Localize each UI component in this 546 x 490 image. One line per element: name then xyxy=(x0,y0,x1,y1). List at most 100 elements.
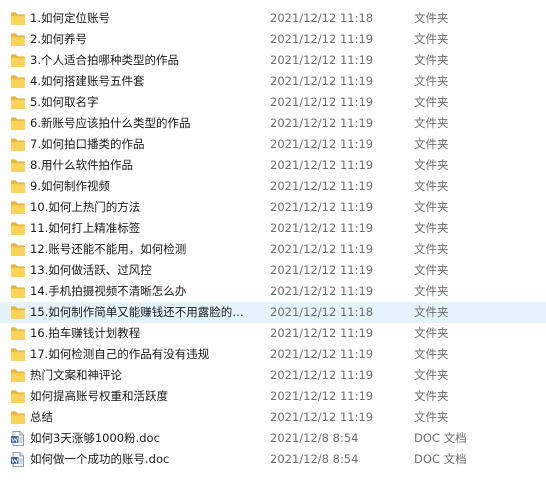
file-name: 如何做一个成功的账号.doc xyxy=(30,452,170,466)
file-type: 文件夹 xyxy=(414,74,449,88)
file-type: 文件夹 xyxy=(414,410,449,424)
file-row[interactable]: 17.如何检测自己的作品有没有违规 2021/12/12 11:19 文件夹 xyxy=(0,344,546,365)
file-row[interactable]: 总结 2021/12/12 11:19 文件夹 xyxy=(0,407,546,428)
file-row[interactable]: 如何提高账号权重和活跃度 2021/12/12 11:19 文件夹 xyxy=(0,386,546,407)
file-row[interactable]: 2.如何养号 2021/12/12 11:19 文件夹 xyxy=(0,29,546,50)
file-name: 13.如何做活跃、过风控 xyxy=(30,263,152,277)
file-type: DOC 文档 xyxy=(414,431,467,445)
file-name: 4.如何搭建账号五件套 xyxy=(30,74,145,88)
file-type: 文件夹 xyxy=(414,116,449,130)
file-name: 14.手机拍摄视频不清晰怎么办 xyxy=(30,284,187,298)
modified-date: 2021/12/12 11:19 xyxy=(270,347,374,361)
folder-icon xyxy=(10,242,26,257)
modified-date: 2021/12/12 11:19 xyxy=(270,284,374,298)
modified-date: 2021/12/12 11:19 xyxy=(270,389,374,403)
folder-icon xyxy=(10,158,26,173)
folder-icon xyxy=(10,284,26,299)
file-type: 文件夹 xyxy=(414,368,449,382)
file-row[interactable]: 4.如何搭建账号五件套 2021/12/12 11:19 文件夹 xyxy=(0,71,546,92)
file-name: 总结 xyxy=(30,410,53,424)
file-row[interactable]: 6.新账号应该拍什么类型的作品 2021/12/12 11:19 文件夹 xyxy=(0,113,546,134)
modified-date: 2021/12/12 11:19 xyxy=(270,116,374,130)
file-type: 文件夹 xyxy=(414,284,449,298)
file-row[interactable]: 3.个人适合拍哪种类型的作品 2021/12/12 11:19 文件夹 xyxy=(0,50,546,71)
file-name: 16.拍车赚钱计划教程 xyxy=(30,326,141,340)
file-type: 文件夹 xyxy=(414,347,449,361)
file-type: 文件夹 xyxy=(414,137,449,151)
modified-date: 2021/12/12 11:18 xyxy=(270,305,374,319)
modified-date: 2021/12/12 11:19 xyxy=(270,179,374,193)
file-type: 文件夹 xyxy=(414,158,449,172)
folder-icon xyxy=(10,32,26,47)
file-row[interactable]: 1.如何定位账号 2021/12/12 11:18 文件夹 xyxy=(0,8,546,29)
doc-file-icon xyxy=(10,452,26,467)
file-name: 1.如何定位账号 xyxy=(30,11,110,25)
modified-date: 2021/12/12 11:19 xyxy=(270,95,374,109)
folder-icon xyxy=(10,200,26,215)
file-name: 如何3天涨够1000粉.doc xyxy=(30,431,160,445)
modified-date: 2021/12/12 11:19 xyxy=(270,242,374,256)
folder-icon xyxy=(10,74,26,89)
file-row[interactable]: 10.如何上热门的方法 2021/12/12 11:19 文件夹 xyxy=(0,197,546,218)
file-row[interactable]: 如何3天涨够1000粉.doc 2021/12/8 8:54 DOC 文档 xyxy=(0,428,546,449)
folder-icon xyxy=(10,410,26,425)
file-row[interactable]: 12.账号还能不能用，如何检测 2021/12/12 11:19 文件夹 xyxy=(0,239,546,260)
modified-date: 2021/12/12 11:19 xyxy=(270,53,374,67)
file-name: 2.如何养号 xyxy=(30,32,87,46)
folder-icon xyxy=(10,221,26,236)
folder-icon xyxy=(10,326,26,341)
folder-icon xyxy=(10,263,26,278)
modified-date: 2021/12/12 11:19 xyxy=(270,200,374,214)
file-row[interactable]: 14.手机拍摄视频不清晰怎么办 2021/12/12 11:19 文件夹 xyxy=(0,281,546,302)
file-row[interactable]: 13.如何做活跃、过风控 2021/12/12 11:19 文件夹 xyxy=(0,260,546,281)
file-name: 如何提高账号权重和活跃度 xyxy=(30,389,168,403)
folder-icon xyxy=(10,305,26,320)
file-name: 11.如何打上精准标签 xyxy=(30,221,141,235)
modified-date: 2021/12/12 11:19 xyxy=(270,368,374,382)
file-name: 10.如何上热门的方法 xyxy=(30,200,141,214)
modified-date: 2021/12/12 11:19 xyxy=(270,221,374,235)
file-type: 文件夹 xyxy=(414,53,449,67)
file-type: 文件夹 xyxy=(414,95,449,109)
file-name: 5.如何取名字 xyxy=(30,95,99,109)
modified-date: 2021/12/12 11:19 xyxy=(270,32,374,46)
folder-icon xyxy=(10,179,26,194)
file-type: 文件夹 xyxy=(414,389,449,403)
folder-icon xyxy=(10,11,26,26)
file-name: 6.新账号应该拍什么类型的作品 xyxy=(30,116,191,130)
file-row[interactable]: 8.用什么软件拍作品 2021/12/12 11:19 文件夹 xyxy=(0,155,546,176)
file-type: 文件夹 xyxy=(414,32,449,46)
file-list: 1.如何定位账号 2021/12/12 11:18 文件夹 2.如何养号 2021/1… xyxy=(0,0,546,470)
file-row[interactable]: 11.如何打上精准标签 2021/12/12 11:19 文件夹 xyxy=(0,218,546,239)
folder-icon xyxy=(10,53,26,68)
file-type: 文件夹 xyxy=(414,11,449,25)
modified-date: 2021/12/12 11:19 xyxy=(270,137,374,151)
modified-date: 2021/12/12 11:19 xyxy=(270,326,374,340)
file-name: 8.用什么软件拍作品 xyxy=(30,158,133,172)
file-type: 文件夹 xyxy=(414,305,449,319)
folder-icon xyxy=(10,368,26,383)
file-row[interactable]: 热门文案和神评论 2021/12/12 11:19 文件夹 xyxy=(0,365,546,386)
modified-date: 2021/12/12 11:19 xyxy=(270,74,374,88)
file-type: 文件夹 xyxy=(414,263,449,277)
file-row[interactable]: 如何做一个成功的账号.doc 2021/12/8 8:54 DOC 文档 xyxy=(0,449,546,470)
folder-icon xyxy=(10,137,26,152)
modified-date: 2021/12/12 11:19 xyxy=(270,263,374,277)
file-row[interactable]: 16.拍车赚钱计划教程 2021/12/12 11:19 文件夹 xyxy=(0,323,546,344)
modified-date: 2021/12/8 8:54 xyxy=(270,431,359,445)
doc-file-icon xyxy=(10,431,26,446)
file-name: 12.账号还能不能用，如何检测 xyxy=(30,242,187,256)
file-row[interactable]: 5.如何取名字 2021/12/12 11:19 文件夹 xyxy=(0,92,546,113)
folder-icon xyxy=(10,116,26,131)
file-type: 文件夹 xyxy=(414,200,449,214)
file-row[interactable]: 15.如何制作简单又能赚钱还不用露脸的… 2021/12/12 11:18 文件夹 xyxy=(0,302,546,323)
file-name: 7.如何拍口播类的作品 xyxy=(30,137,145,151)
folder-icon xyxy=(10,389,26,404)
modified-date: 2021/12/12 11:19 xyxy=(270,158,374,172)
file-row[interactable]: 9.如何制作视频 2021/12/12 11:19 文件夹 xyxy=(0,176,546,197)
folder-icon xyxy=(10,347,26,362)
file-name: 3.个人适合拍哪种类型的作品 xyxy=(30,53,179,67)
file-type: DOC 文档 xyxy=(414,452,467,466)
modified-date: 2021/12/12 11:18 xyxy=(270,11,374,25)
file-row[interactable]: 7.如何拍口播类的作品 2021/12/12 11:19 文件夹 xyxy=(0,134,546,155)
